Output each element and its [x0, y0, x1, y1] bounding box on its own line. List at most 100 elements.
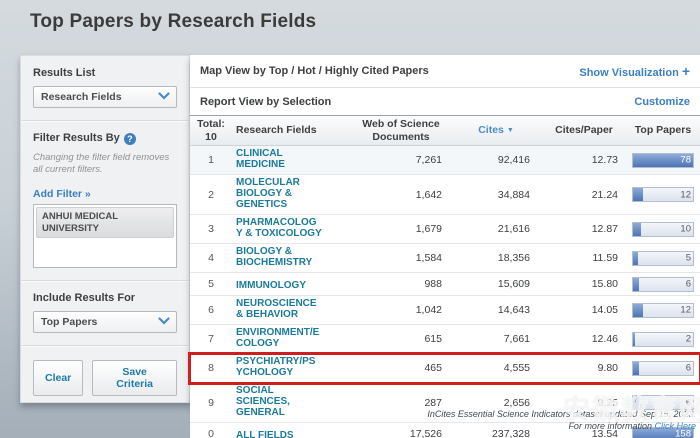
wos-documents-cell: 988 [350, 278, 452, 290]
add-filter-link[interactable]: Add Filter » [33, 188, 91, 200]
top-papers-bar: 6 [632, 277, 694, 292]
research-field-link[interactable]: NEUROSCIENCE & BEHAVIOR [236, 298, 322, 320]
research-field-link[interactable]: IMMUNOLOGY [236, 280, 306, 291]
cites-per-paper-cell: 9.25 [540, 397, 628, 409]
footer-more-info: For more information [568, 421, 652, 431]
results-list-label: Results List [33, 67, 177, 79]
results-list-section: Results List Research Fields [21, 56, 189, 121]
table-row: 2MOLECULAR BIOLOGY & GENETICS1,64234,884… [190, 175, 700, 215]
filter-list-item[interactable]: ANHUI MEDICAL UNIVERSITY [36, 207, 174, 239]
top-papers-value: 2 [686, 334, 691, 345]
include-results-section: Include Results For Top Papers [21, 281, 189, 346]
rank-cell: 0 [190, 428, 232, 438]
top-papers-value: 78 [680, 155, 691, 166]
report-view-label: Report View by Selection [200, 96, 331, 108]
report-panel: Map View by Top / Hot / Highly Cited Pap… [190, 55, 700, 405]
research-field-link[interactable]: PHARMACOLOGY & TOXICOLOGY [236, 217, 322, 239]
cites-cell: 15,609 [452, 278, 540, 290]
top-papers-bar: 12 [632, 303, 694, 318]
filter-note: Changing the filter field removes all cu… [33, 152, 177, 177]
rank-cell: 5 [190, 278, 232, 290]
header-cites-per-paper[interactable]: Cites/Paper [540, 124, 628, 136]
cites-per-paper-cell: 9.80 [540, 362, 628, 374]
cites-per-paper-cell: 21.24 [540, 189, 628, 201]
top-papers-value: 12 [680, 305, 691, 316]
research-field-link[interactable]: CLINICAL MEDICINE [236, 148, 322, 170]
top-papers-bar: 6 [632, 361, 694, 376]
filter-section: Filter Results By? Changing the filter f… [21, 121, 189, 281]
table-row: 3PHARMACOLOGY & TOXICOLOGY1,67921,61612.… [190, 215, 700, 244]
chevron-down-icon [158, 316, 170, 328]
page-title: Top Papers by Research Fields [30, 11, 316, 33]
cites-cell: 7,661 [452, 333, 540, 345]
filter-listbox[interactable]: ANHUI MEDICAL UNIVERSITY [33, 204, 177, 268]
top-papers-value: 6 [686, 397, 691, 408]
research-field-link[interactable]: PSYCHIATRY/PSYCHOLOGY [236, 356, 322, 378]
table-row: 7ENVIRONMENT/ECOLOGY6157,66112.462 [190, 325, 700, 354]
table-body: 1CLINICAL MEDICINE7,26192,41612.73782MOL… [190, 146, 700, 438]
rank-cell: 8 [190, 362, 232, 374]
clear-button[interactable]: Clear [33, 360, 83, 396]
research-field-link[interactable]: ENVIRONMENT/ECOLOGY [236, 327, 322, 349]
research-field-link[interactable]: BIOLOGY & BIOCHEMISTRY [236, 246, 322, 268]
top-papers-value: 158 [675, 429, 691, 438]
table-row: 6NEUROSCIENCE & BEHAVIOR1,04214,64314.05… [190, 296, 700, 325]
cites-cell: 14,643 [452, 304, 540, 316]
top-papers-bar: 12 [632, 187, 694, 202]
cites-per-paper-cell: 14.05 [540, 304, 628, 316]
top-papers-value: 10 [680, 224, 691, 235]
wos-documents-cell: 1,642 [350, 189, 452, 201]
top-papers-value: 6 [686, 279, 691, 290]
header-total: Total: 10 [190, 118, 232, 142]
top-papers-bar: 10 [632, 222, 694, 237]
wos-documents-cell: 7,261 [350, 154, 452, 166]
report-view-bar: Report View by Selection Customize [190, 88, 700, 115]
cites-cell: 21,616 [452, 223, 540, 235]
show-visualization-link[interactable]: Show Visualization+ [579, 63, 690, 79]
research-field-link[interactable]: MOLECULAR BIOLOGY & GENETICS [236, 177, 322, 210]
header-research-fields[interactable]: Research Fields [232, 124, 350, 136]
table-row: 1CLINICAL MEDICINE7,26192,41612.7378 [190, 146, 700, 175]
rank-cell: 9 [190, 397, 232, 409]
cites-per-paper-cell: 12.73 [540, 154, 628, 166]
save-criteria-button[interactable]: Save Criteria [92, 360, 177, 396]
cites-cell: 4,555 [452, 362, 540, 374]
table-row: 8PSYCHIATRY/PSYCHOLOGY4654,5559.806 [190, 354, 700, 383]
top-papers-value: 6 [686, 363, 691, 374]
rank-cell: 4 [190, 252, 232, 264]
header-wos-documents[interactable]: Web of Science Documents [350, 118, 452, 142]
header-top-papers[interactable]: Top Papers [628, 124, 700, 136]
results-list-select[interactable]: Research Fields [33, 86, 177, 108]
results-list-value: Research Fields [41, 91, 122, 103]
wos-documents-cell: 1,679 [350, 223, 452, 235]
include-results-select[interactable]: Top Papers [33, 311, 177, 333]
wos-documents-cell: 1,584 [350, 252, 452, 264]
cites-per-paper-cell: 12.46 [540, 333, 628, 345]
wos-documents-cell: 1,042 [350, 304, 452, 316]
footer: InCites Essential Science Indicators dat… [427, 408, 696, 432]
top-papers-bar: 2 [632, 332, 694, 347]
top-papers-bar: 78 [632, 153, 694, 168]
include-results-value: Top Papers [41, 316, 97, 328]
help-icon[interactable]: ? [124, 133, 136, 145]
sort-desc-icon: ▼ [507, 127, 514, 134]
table-row: 5 IMMUNOLOGY 98815,60915.80 6 [190, 273, 700, 296]
rank-cell: 1 [190, 154, 232, 166]
table-header: Total: 10 Research Fields Web of Science… [190, 115, 700, 146]
wos-documents-cell: 615 [350, 333, 452, 345]
cites-cell: 18,356 [452, 252, 540, 264]
cites-per-paper-cell: 12.87 [540, 223, 628, 235]
research-field-link[interactable]: SOCIAL SCIENCES, GENERAL [236, 385, 322, 418]
cites-per-paper-cell: 11.59 [540, 252, 628, 264]
chevron-down-icon [158, 91, 170, 103]
include-results-label: Include Results For [33, 292, 177, 304]
cites-per-paper-cell: 15.80 [540, 278, 628, 290]
research-field-link[interactable]: ALL FIELDS [236, 430, 294, 438]
cites-cell: 2,656 [452, 397, 540, 409]
wos-documents-cell: 287 [350, 397, 452, 409]
customize-link[interactable]: Customize [634, 96, 690, 108]
footer-dataset-note: InCites Essential Science Indicators dat… [427, 408, 696, 420]
header-cites[interactable]: Cites ▼ [452, 124, 540, 136]
filter-by-label: Filter Results By? [33, 132, 177, 145]
sidebar-buttons: Clear Save Criteria [21, 346, 189, 410]
